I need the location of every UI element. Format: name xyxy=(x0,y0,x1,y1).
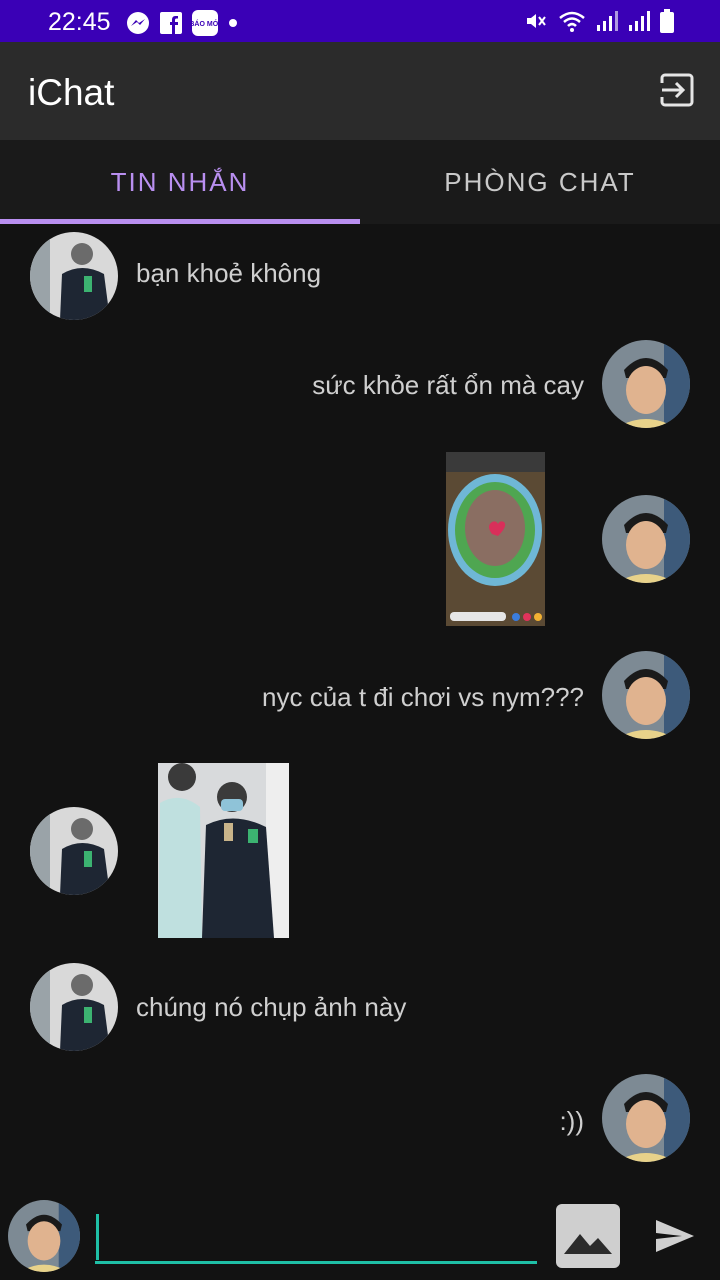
avatar[interactable] xyxy=(602,340,690,428)
avatar[interactable] xyxy=(8,1200,80,1272)
send-icon[interactable] xyxy=(654,1218,696,1254)
composer xyxy=(0,1190,720,1280)
avatar[interactable] xyxy=(30,963,118,1051)
mute-icon xyxy=(527,14,546,28)
image-icon[interactable] xyxy=(556,1204,620,1268)
message-text: sức khỏe rất ổn mà cay xyxy=(312,370,584,400)
status-bar: 22:45 BÁO MỚI xyxy=(0,0,720,42)
exit-icon[interactable] xyxy=(660,72,696,108)
message-text: bạn khoẻ không xyxy=(136,258,322,288)
signal-icon xyxy=(629,11,650,31)
svg-text:BÁO MỚI: BÁO MỚI xyxy=(192,19,218,28)
message-text: :)) xyxy=(559,1106,584,1136)
text-cursor xyxy=(96,1214,99,1260)
message-text: nyc của t đi chơi vs nym??? xyxy=(262,682,584,712)
tab-phong-chat[interactable]: PHÒNG CHAT xyxy=(360,140,720,224)
avatar[interactable] xyxy=(30,232,118,320)
status-time: 22:45 xyxy=(48,8,111,36)
tab-tin-nhan[interactable]: TIN NHẮN xyxy=(0,140,360,224)
food-photo[interactable] xyxy=(446,452,545,626)
avatar[interactable] xyxy=(602,1074,690,1162)
messenger-icon xyxy=(127,12,149,34)
app-title: iChat xyxy=(28,72,115,113)
signal-icon xyxy=(597,11,618,31)
app-bar: iChat xyxy=(0,42,720,140)
dot-icon xyxy=(229,19,237,27)
avatar[interactable] xyxy=(30,807,118,895)
avatar[interactable] xyxy=(602,651,690,739)
tab-bar: TIN NHẮN PHÒNG CHAT xyxy=(0,140,720,224)
message-list[interactable]: bạn khoẻ không sức khỏe rất ổn mà cay ny… xyxy=(0,224,720,1190)
message-input[interactable] xyxy=(95,1212,537,1264)
wifi-icon xyxy=(559,11,585,32)
message-text: chúng nó chụp ảnh này xyxy=(136,992,407,1022)
people-photo[interactable] xyxy=(158,763,289,938)
bao-moi-icon: BÁO MỚI xyxy=(192,10,218,36)
avatar[interactable] xyxy=(602,495,690,583)
facebook-icon xyxy=(160,12,182,34)
battery-icon xyxy=(660,9,674,33)
